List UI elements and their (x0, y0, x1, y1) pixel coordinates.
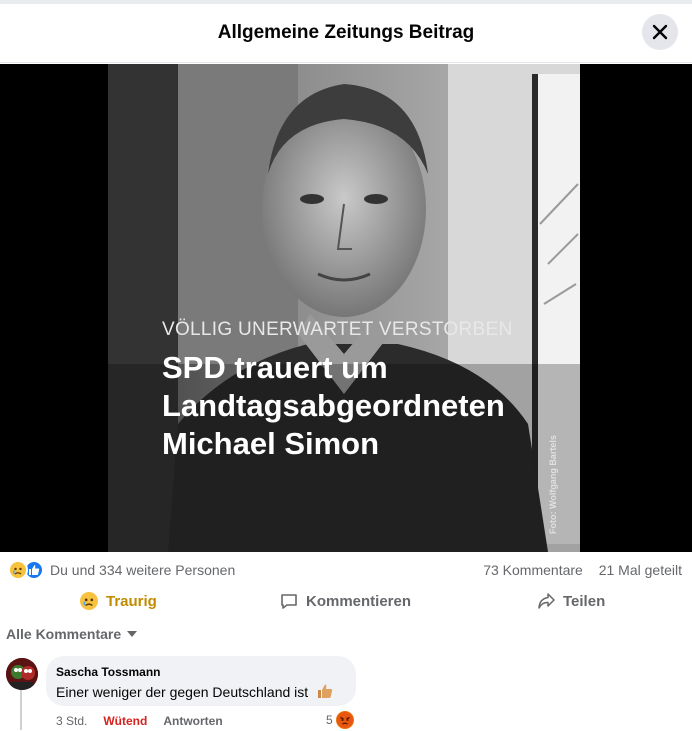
comment-bubble-icon (280, 592, 298, 610)
comments-sort-label: Alle Kommentare (6, 626, 122, 642)
avatar[interactable] (6, 658, 38, 690)
post-actions: Traurig Kommentieren Teilen (0, 586, 692, 616)
shares-count[interactable]: 21 Mal geteilt (599, 562, 682, 578)
comment-bubble: Sascha Tossmann Einer weniger der gegen … (46, 656, 356, 706)
dialog-title: Allgemeine Zeitungs Beitrag (217, 22, 475, 43)
comment-reaction-number: 5 (326, 713, 333, 727)
photo-credit: Foto: Wolfgang Bartels (548, 435, 558, 534)
comment-label: Kommentieren (306, 592, 412, 610)
headline-line: Landtagsabgeordneten (162, 388, 505, 423)
close-button[interactable] (642, 14, 678, 50)
react-button[interactable]: Traurig (80, 586, 157, 616)
react-label: Traurig (106, 592, 157, 610)
share-button[interactable]: Teilen (537, 586, 605, 616)
comments-sort-dropdown[interactable]: Alle Kommentare (6, 626, 138, 642)
comment-button[interactable]: Kommentieren (280, 586, 411, 616)
thumbs-up-emoji-icon (317, 683, 333, 702)
comment-text: Einer weniger der gegen Deutschland ist (56, 684, 309, 700)
angry-emoji-icon (335, 711, 354, 729)
comments-count[interactable]: 73 Kommentare (483, 562, 583, 578)
headline-line: Michael Simon (162, 426, 380, 461)
comment-reaction-count[interactable]: 5 (326, 711, 354, 729)
comment-meta: 3 Std. Wütend Antworten (56, 714, 239, 728)
share-arrow-icon (537, 592, 555, 610)
reaction-summary[interactable] (8, 560, 48, 580)
sad-emoji-icon (80, 592, 98, 610)
post-stats: Du und 334 weitere Personen 73 Kommentar… (0, 556, 692, 584)
dialog-header: Allgemeine Zeitungs Beitrag (0, 4, 692, 63)
headline-kicker: VÖLLIG UNERWARTET VERSTORBEN (162, 319, 513, 340)
portrait-image (108, 64, 580, 552)
post-media[interactable]: VÖLLIG UNERWARTET VERSTORBEN SPD trauert… (0, 64, 692, 552)
comment-react-button[interactable]: Wütend (103, 714, 147, 728)
share-label: Teilen (563, 592, 606, 610)
reaction-count-text[interactable]: Du und 334 weitere Personen (50, 562, 235, 578)
comment-item: Sascha Tossmann Einer weniger der gegen … (0, 656, 692, 731)
thread-line (20, 690, 22, 730)
comment-author[interactable]: Sascha Tossmann (56, 665, 160, 679)
close-icon (652, 24, 668, 40)
headline: SPD trauert um Landtagsabgeordneten Mich… (162, 349, 562, 463)
reply-button[interactable]: Antworten (163, 714, 222, 728)
stats-right: 73 Kommentare 21 Mal geteilt (483, 562, 682, 578)
comment-time[interactable]: 3 Std. (56, 714, 87, 728)
post-photo[interactable]: VÖLLIG UNERWARTET VERSTORBEN SPD trauert… (108, 64, 580, 552)
comment-text-row: Einer weniger der gegen Deutschland ist (56, 683, 333, 702)
sad-emoji-icon (8, 560, 28, 580)
headline-line: SPD trauert um (162, 350, 388, 385)
chevron-down-icon (127, 631, 138, 637)
